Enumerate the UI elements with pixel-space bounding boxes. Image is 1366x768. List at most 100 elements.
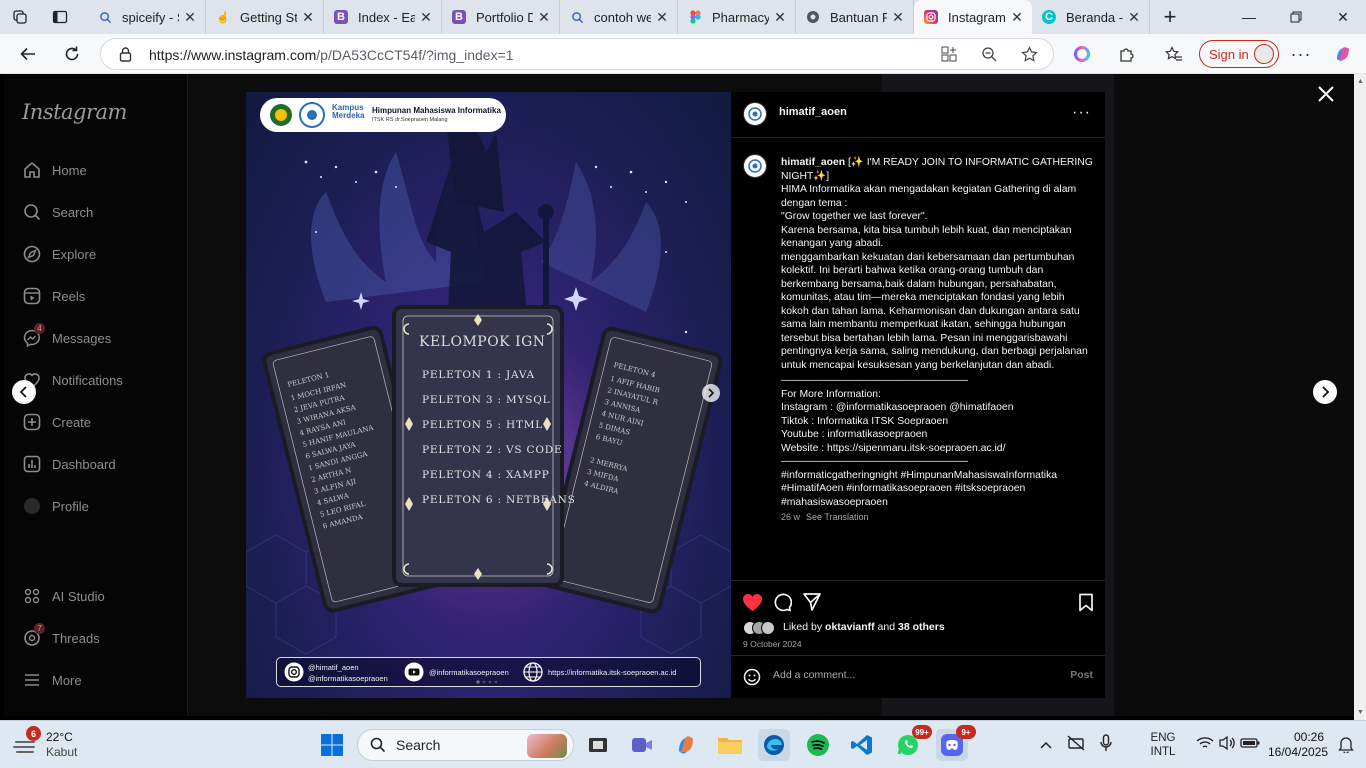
discord-icon[interactable]: 9+ — [936, 725, 976, 761]
copilot-circle-icon[interactable] — [1066, 38, 1098, 70]
extensions-puzzle-icon[interactable] — [1110, 38, 1142, 70]
copilot-icon[interactable] — [1327, 38, 1359, 70]
caption-author[interactable]: himatif_aoen — [781, 157, 845, 168]
like-heart-icon[interactable] — [741, 591, 763, 613]
sidebar-item-ai-studio[interactable]: AI Studio — [22, 584, 105, 608]
start-windows-icon[interactable] — [316, 729, 348, 761]
next-post-button[interactable] — [1313, 380, 1337, 404]
sign-in-button[interactable]: Sign in — [1199, 40, 1279, 68]
wifi-icon[interactable] — [1196, 736, 1218, 755]
sidebar-item-threads[interactable]: 7 Threads — [22, 623, 100, 650]
tab-beranda[interactable]: C Beranda - ✕ — [1032, 0, 1150, 34]
url-field[interactable]: https://www.instagram.com/p/DA53CcCT54f/… — [100, 38, 1054, 70]
close-icon[interactable]: ✕ — [183, 9, 197, 26]
likes-summary[interactable]: Liked by oktavianff and 38 others — [783, 621, 945, 633]
post-options-icon[interactable]: ··· — [1072, 104, 1091, 122]
battery-icon[interactable] — [1240, 736, 1262, 754]
sidebar-item-home[interactable]: Home — [22, 158, 87, 182]
system-clock[interactable]: 00:26 16/04/2025 — [1268, 730, 1328, 760]
copilot-app-icon[interactable] — [670, 729, 702, 761]
favorites-bar-icon[interactable] — [1158, 38, 1190, 70]
liked-by-user[interactable]: oktavianff — [825, 621, 875, 633]
sidebar-item-more[interactable]: More — [22, 668, 82, 692]
liked-by-avatars[interactable] — [743, 621, 783, 635]
tab-index[interactable]: B Index - Ea ✕ — [324, 0, 442, 34]
restore-icon[interactable] — [1273, 0, 1319, 34]
tab-pharmacy[interactable]: Pharmacy_ ✕ — [678, 0, 796, 34]
tab-portfolio[interactable]: B Portfolio D ✕ — [442, 0, 560, 34]
tab-actions-icon[interactable] — [40, 0, 80, 34]
instagram-logo[interactable]: Instagram — [22, 100, 127, 124]
post-comment-button[interactable]: Post — [1070, 669, 1093, 681]
post-image[interactable]: PELETON 11 MOCH IRFAN 2 JEVA PUTRA 3 WIRAN… — [246, 92, 731, 698]
caption-author-avatar[interactable] — [743, 154, 767, 178]
workspaces-icon[interactable] — [0, 0, 40, 34]
post-author-name[interactable]: himatif_aoen — [779, 106, 847, 118]
tab-spiceify[interactable]: spiceify - S ✕ — [88, 0, 206, 34]
volume-icon[interactable] — [1218, 735, 1240, 756]
scroll-up-icon[interactable]: ▲ — [1357, 78, 1364, 85]
weather-widget[interactable]: 6 22°C Kabut — [12, 726, 77, 761]
zoom-out-icon[interactable] — [973, 38, 1005, 70]
close-icon[interactable]: ✕ — [301, 9, 315, 26]
minimize-icon[interactable]: — — [1226, 0, 1272, 34]
close-window-icon[interactable]: ✕ — [1320, 0, 1366, 34]
sidebar-item-messages[interactable]: 4 Messages — [22, 323, 111, 350]
taskbar-search[interactable]: Search — [357, 729, 574, 761]
sidebar-item-create[interactable]: Create — [22, 410, 91, 434]
refresh-icon[interactable] — [56, 38, 88, 70]
see-translation-link[interactable]: See Translation — [806, 512, 869, 522]
network-off-icon[interactable] — [1066, 734, 1098, 756]
comment-icon[interactable] — [771, 591, 793, 613]
sidebar-item-explore[interactable]: Explore — [22, 242, 96, 266]
taskbar-search-label: Search — [396, 737, 441, 753]
messages-badge: 4 — [34, 323, 45, 334]
sidebar-item-reels[interactable]: Reels — [22, 284, 85, 308]
microphone-icon[interactable] — [1100, 733, 1124, 757]
sidebar-item-notifications[interactable]: Notifications — [22, 368, 123, 392]
tray-overflow-chevron-icon[interactable] — [1040, 736, 1058, 754]
back-arrow-icon[interactable] — [12, 38, 44, 70]
next-image-button[interactable] — [702, 384, 720, 402]
sidebar-item-profile[interactable]: Profile — [22, 494, 89, 518]
file-explorer-icon[interactable] — [714, 729, 746, 761]
close-icon[interactable]: ✕ — [773, 9, 787, 26]
emoji-icon[interactable] — [743, 668, 761, 691]
liked-by-others[interactable]: 38 others — [898, 621, 945, 633]
spotify-icon[interactable] — [802, 729, 834, 761]
share-icon[interactable] — [801, 591, 823, 613]
close-icon[interactable]: ✕ — [891, 9, 905, 26]
meet-video-icon[interactable] — [626, 729, 658, 761]
notifications-bell-icon[interactable] — [1338, 735, 1354, 758]
whatsapp-icon[interactable]: 99+ — [892, 725, 932, 761]
close-icon[interactable]: ✕ — [1127, 9, 1141, 26]
previous-post-button[interactable] — [12, 380, 36, 404]
save-bookmark-icon[interactable] — [1075, 591, 1097, 613]
more-menu-icon[interactable]: ··· — [1285, 38, 1317, 70]
close-icon[interactable]: ✕ — [419, 9, 433, 26]
vscode-icon[interactable] — [846, 729, 878, 761]
close-modal-icon[interactable] — [1316, 84, 1336, 104]
sidebar-item-search[interactable]: Search — [22, 200, 93, 224]
tab-instagram[interactable]: Instagram ✕ — [914, 0, 1032, 34]
tab-getting-started[interactable]: ☝ Getting Sta ✕ — [206, 0, 324, 34]
lock-icon[interactable] — [119, 47, 132, 67]
close-icon[interactable]: ✕ — [537, 9, 551, 26]
sidebar-item-dashboard[interactable]: Dashboard — [22, 452, 116, 476]
app-available-icon[interactable] — [933, 38, 965, 70]
page-scrollbar[interactable]: ▲ ▼ — [1354, 74, 1366, 720]
favorite-star-icon[interactable] — [1013, 38, 1045, 70]
task-view-icon[interactable] — [582, 729, 614, 761]
tab-contoh[interactable]: contoh we ✕ — [560, 0, 678, 34]
scroll-down-icon[interactable]: ▼ — [1357, 709, 1364, 716]
tab-bantuan[interactable]: Bantuan Pe ✕ — [796, 0, 914, 34]
address-bar: https://www.instagram.com/p/DA53CcCT54f/… — [0, 34, 1366, 74]
author-avatar[interactable] — [743, 102, 767, 126]
close-icon[interactable]: ✕ — [1010, 9, 1024, 26]
new-tab-plus-icon[interactable]: + — [1150, 0, 1190, 34]
input-language[interactable]: ENG INTL — [1136, 731, 1190, 759]
sidebar-item-label: Search — [52, 204, 94, 220]
comment-input[interactable]: Add a comment... — [773, 669, 855, 681]
close-icon[interactable]: ✕ — [655, 9, 669, 26]
edge-browser-icon[interactable] — [758, 729, 790, 761]
